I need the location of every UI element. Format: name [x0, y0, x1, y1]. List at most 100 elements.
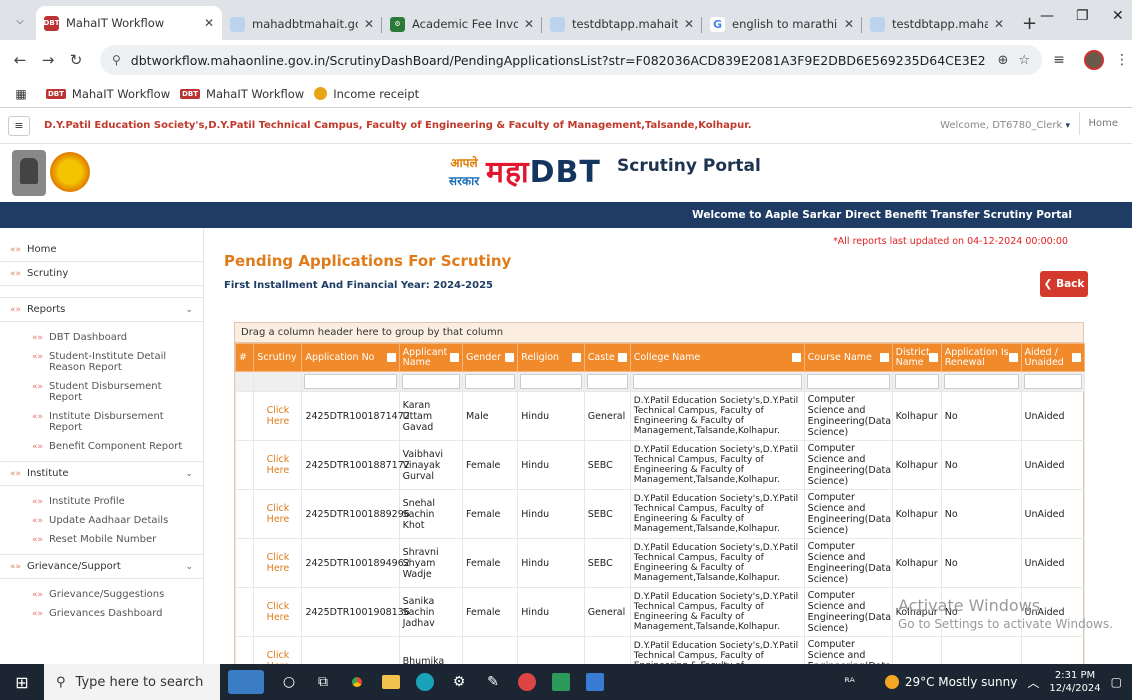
chrome-icon[interactable]: [340, 664, 374, 700]
sidebar-item-grievance-suggestions[interactable]: «» Grievance/Suggestions: [0, 585, 203, 604]
close-tab-icon[interactable]: ✕: [524, 17, 534, 31]
edge-icon[interactable]: [408, 664, 442, 700]
cortana-icon[interactable]: ○: [272, 664, 306, 700]
column-filter-input[interactable]: [632, 374, 802, 389]
column-menu-icon[interactable]: [879, 353, 889, 362]
scrutiny-click-here-link[interactable]: Click Here: [253, 440, 303, 490]
bookmark-mahait-workflow[interactable]: DBT MahaIT Workflow: [46, 87, 170, 101]
reading-list-icon[interactable]: ≡: [1042, 52, 1076, 68]
notification-icon[interactable]: ▢: [1111, 675, 1122, 689]
column-filter-input[interactable]: [943, 374, 1019, 389]
column-filter-input[interactable]: [586, 374, 628, 389]
scrutiny-click-here-link[interactable]: Click Here: [253, 587, 303, 637]
column-header[interactable]: Scrutiny: [253, 343, 303, 372]
scrutiny-click-here-link[interactable]: Click Here: [253, 391, 303, 441]
address-bar[interactable]: ⚲ dbtworkflow.mahaonline.gov.in/Scrutiny…: [100, 45, 1042, 75]
sidebar-item-home[interactable]: «» Home: [0, 238, 203, 262]
sidebar-item-student-institute-report[interactable]: «» Student-Institute Detail Reason Report: [0, 347, 203, 377]
avatar[interactable]: [1084, 50, 1104, 70]
clock[interactable]: 2:31 PM 12/4/2024: [1049, 669, 1100, 695]
sidebar-group-institute[interactable]: «» Institute ⌄: [0, 462, 203, 486]
tab-list-chevron-icon[interactable]: ⌵: [6, 7, 34, 35]
home-link[interactable]: Home: [1079, 112, 1126, 135]
column-filter-input[interactable]: [401, 374, 461, 389]
tab-testdbtapp[interactable]: testdbtapp.mahaitgo ✕: [542, 8, 702, 40]
user-menu[interactable]: Welcome, DT6780_Clerk ▾: [940, 120, 1070, 131]
bookmark-income-receipt[interactable]: Income receipt: [314, 87, 419, 101]
window-close-icon[interactable]: ✕: [1112, 8, 1124, 24]
scrutiny-click-here-link[interactable]: Click Here: [253, 538, 303, 588]
kebab-menu-icon[interactable]: ⋮: [1112, 52, 1132, 68]
minimize-icon[interactable]: —: [1040, 8, 1054, 24]
column-header[interactable]: #: [234, 343, 255, 372]
close-tab-icon[interactable]: ✕: [364, 17, 374, 31]
column-header[interactable]: Application Is Renewal: [940, 343, 1022, 372]
column-filter-input[interactable]: [1023, 374, 1082, 389]
close-tab-icon[interactable]: ✕: [204, 16, 214, 30]
paint-icon[interactable]: ✎: [476, 664, 510, 700]
column-filter-input[interactable]: [806, 374, 890, 389]
restore-icon[interactable]: ❐: [1076, 8, 1089, 24]
column-filter-input[interactable]: [520, 374, 582, 389]
weather-text[interactable]: 29°C Mostly sunny: [905, 675, 1018, 689]
column-menu-icon[interactable]: [505, 353, 515, 362]
sidebar-group-grievance[interactable]: «» Grievance/Support ⌄: [0, 555, 203, 579]
column-menu-icon[interactable]: [617, 353, 627, 362]
column-header[interactable]: Religion: [517, 343, 585, 372]
column-filter-input[interactable]: [894, 374, 939, 389]
photo-app-icon[interactable]: [578, 664, 612, 700]
column-filter-input[interactable]: [304, 374, 397, 389]
back-arrow-icon[interactable]: ←: [6, 51, 34, 69]
reload-icon[interactable]: ↻: [62, 51, 90, 69]
tab-mahadbt[interactable]: mahadbtmahait.gov.i ✕: [222, 8, 382, 40]
site-info-icon[interactable]: ⚲: [112, 53, 121, 67]
column-header[interactable]: Aided / Unaided: [1020, 343, 1085, 372]
settings-gear-icon[interactable]: ⚙: [442, 664, 476, 700]
scrutiny-click-here-link[interactable]: Click Here: [253, 489, 303, 539]
taskbar-widget-icon[interactable]: [220, 664, 272, 700]
column-menu-icon[interactable]: [1072, 353, 1081, 362]
sidebar-item-grievances-dashboard[interactable]: «» Grievances Dashboard: [0, 604, 203, 623]
close-tab-icon[interactable]: ✕: [844, 17, 854, 31]
close-tab-icon[interactable]: ✕: [994, 17, 1004, 31]
sidebar-item-update-aadhaar[interactable]: «» Update Aadhaar Details: [0, 511, 203, 530]
zoom-icon[interactable]: ⊕: [997, 53, 1008, 68]
tray-chevron-up-icon[interactable]: ︿: [1027, 674, 1039, 691]
tab-google-translate[interactable]: G english to marathi tra ✕: [702, 8, 862, 40]
sidebar-item-dbt-dashboard[interactable]: «» DBT Dashboard: [0, 328, 203, 347]
scrutiny-click-here-link[interactable]: Click Here: [253, 636, 303, 664]
sidebar-item-institute-disbursement[interactable]: «» Institute Disbursement Report: [0, 407, 203, 437]
column-header[interactable]: Caste: [583, 343, 631, 372]
column-filter-input[interactable]: [465, 374, 516, 389]
close-tab-icon[interactable]: ✕: [684, 17, 694, 31]
column-header[interactable]: Applicant Name: [398, 343, 464, 372]
task-view-icon[interactable]: ⧉: [306, 664, 340, 700]
column-header[interactable]: College Name: [629, 343, 805, 372]
column-menu-icon[interactable]: [386, 353, 396, 362]
sidebar-item-benefit-component[interactable]: «» Benefit Component Report: [0, 437, 203, 456]
people-icon[interactable]: ᴿᴬ: [844, 675, 854, 689]
sidebar-item-reset-mobile[interactable]: «» Reset Mobile Number: [0, 530, 203, 549]
bookmark-mahait-workflow-2[interactable]: DBT MahaIT Workflow: [180, 87, 304, 101]
bookmark-star-icon[interactable]: ☆: [1018, 53, 1030, 68]
sidebar-group-reports[interactable]: «» Reports ⌄: [0, 298, 203, 322]
sidebar-item-institute-profile[interactable]: «» Institute Profile: [0, 492, 203, 511]
column-header[interactable]: Course Name: [803, 343, 893, 372]
chrome-profile-icon[interactable]: [510, 664, 544, 700]
column-menu-icon[interactable]: [791, 353, 801, 362]
apps-grid-icon[interactable]: ▦: [6, 87, 36, 101]
sidebar-item-scrutiny[interactable]: «» Scrutiny: [0, 262, 203, 286]
photos-icon[interactable]: [544, 664, 578, 700]
tab-testdbtapp-2[interactable]: testdbtapp.mahaitgo ✕: [862, 8, 1012, 40]
sidebar-item-student-disbursement[interactable]: «» Student Disbursement Report: [0, 377, 203, 407]
hamburger-menu-icon[interactable]: ≡: [8, 115, 30, 136]
column-menu-icon[interactable]: [571, 353, 581, 362]
tab-academic-fee[interactable]: ⚙ Academic Fee Invoice ✕: [382, 8, 542, 40]
column-header[interactable]: Gender: [462, 343, 519, 372]
taskbar-search[interactable]: ⚲ Type here to search: [44, 664, 220, 700]
back-button[interactable]: ❮ Back: [1040, 271, 1088, 297]
column-menu-icon[interactable]: [1008, 353, 1018, 362]
column-menu-icon[interactable]: [928, 353, 938, 362]
file-explorer-icon[interactable]: [374, 664, 408, 700]
windows-start-icon[interactable]: ⊞: [0, 673, 44, 692]
